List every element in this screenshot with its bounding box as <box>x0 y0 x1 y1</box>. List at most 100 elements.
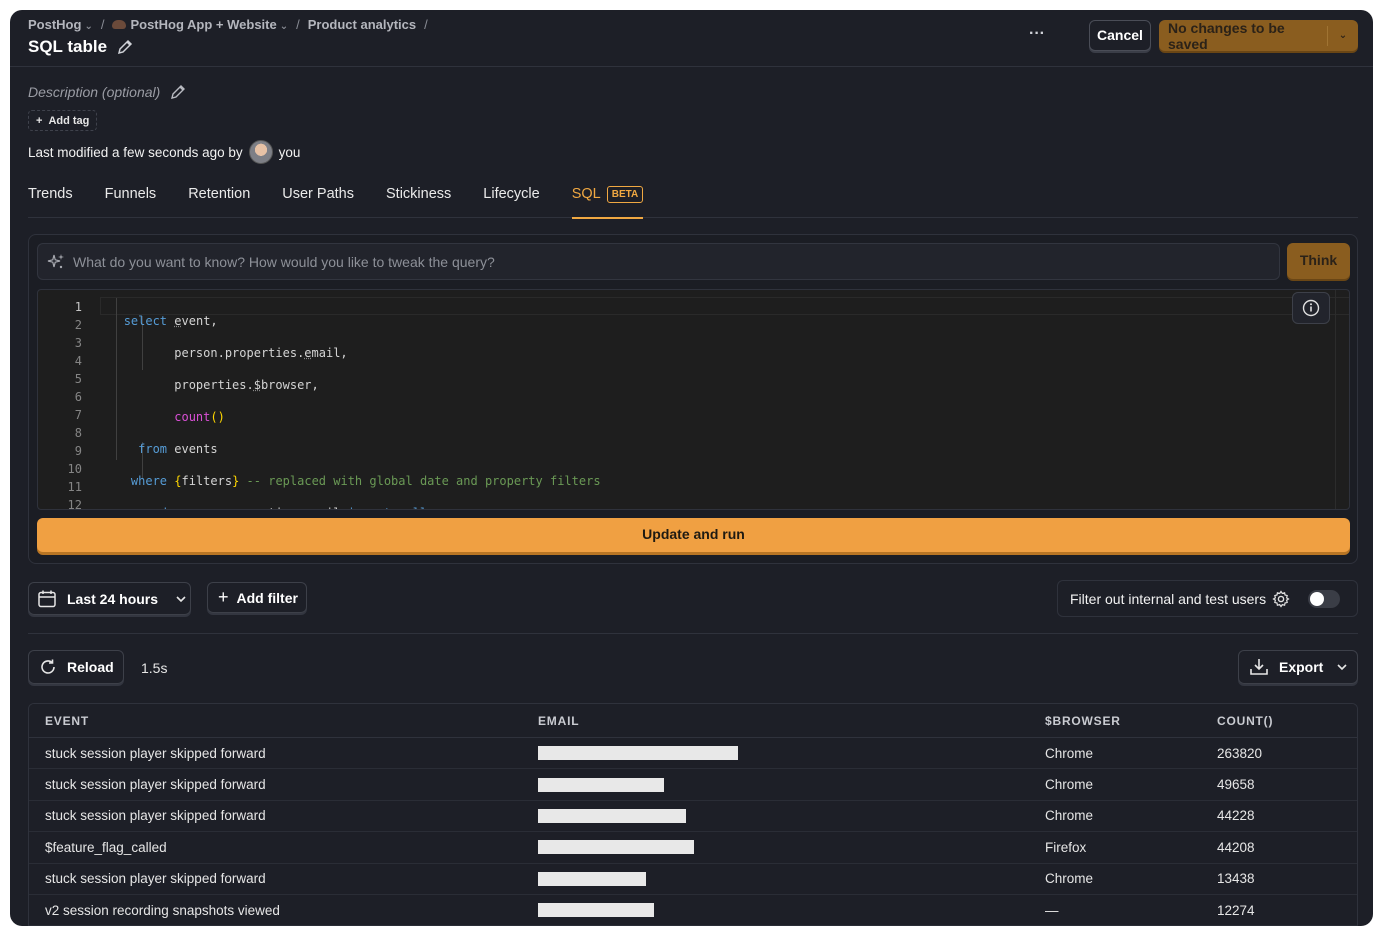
think-button[interactable]: Think <box>1287 243 1350 279</box>
query-panel: What do you want to know? How would you … <box>28 234 1358 564</box>
cell-event: stuck session player skipped forward <box>45 871 266 887</box>
page-title: SQL table <box>28 37 133 57</box>
export-button[interactable]: Export <box>1238 650 1358 684</box>
date-range-button[interactable]: Last 24 hours <box>28 582 191 615</box>
cell-email <box>524 777 1029 792</box>
plus-icon: + <box>36 114 43 127</box>
date-range-label: Last 24 hours <box>67 590 159 607</box>
cell-event: stuck session player skipped forward <box>45 808 266 824</box>
chevron-down-icon[interactable]: ⌄ <box>1328 30 1358 41</box>
chevron-down-icon <box>1337 664 1347 671</box>
cell-event: v2 session recording snapshots viewed <box>45 902 280 918</box>
ai-prompt-placeholder: What do you want to know? How would you … <box>73 253 495 270</box>
download-icon <box>1250 659 1268 675</box>
last-modified-text: Last modified a few seconds ago by <box>28 144 243 160</box>
redacted-email <box>538 777 664 792</box>
gear-icon[interactable] <box>1272 589 1290 608</box>
add-filter-label: Add filter <box>236 589 298 606</box>
column-header-email[interactable]: EMAIL <box>524 714 1029 728</box>
redacted-email <box>538 903 654 918</box>
more-options-button[interactable]: ··· <box>1024 24 1050 48</box>
table-row[interactable]: stuck session player skipped forward Chr… <box>29 864 1357 895</box>
breadcrumb-item-org[interactable]: PostHog ⌄ <box>28 17 93 32</box>
chevron-down-icon <box>176 595 186 602</box>
column-header-browser[interactable]: $BROWSER <box>1029 714 1201 728</box>
cell-email <box>524 746 1029 761</box>
save-button[interactable]: No changes to be saved ⌄ <box>1159 19 1358 52</box>
table-row[interactable]: stuck session player skipped forward Chr… <box>29 801 1357 833</box>
tab-user-paths[interactable]: User Paths <box>282 182 354 218</box>
line-numbers: 1 2 3 4 5 6 7 8 9 10 11 12 <box>67 300 82 510</box>
cell-count: 13438 <box>1217 871 1255 887</box>
beta-badge: BETA <box>606 186 644 203</box>
tab-sql[interactable]: SQL BETA <box>571 182 644 219</box>
results-table: EVENT EMAIL $BROWSER COUNT() stuck sessi… <box>28 703 1358 926</box>
redacted-email <box>538 746 738 761</box>
table-row[interactable]: stuck session player skipped forward Chr… <box>29 738 1357 770</box>
description-field[interactable]: Description (optional) <box>28 84 186 100</box>
tab-lifecycle[interactable]: Lifecycle <box>483 182 539 218</box>
table-header: EVENT EMAIL $BROWSER COUNT() <box>29 704 1357 738</box>
calendar-icon <box>38 590 56 607</box>
info-button[interactable] <box>1292 292 1330 324</box>
export-label: Export <box>1279 659 1324 675</box>
reload-button[interactable]: Reload <box>28 650 124 684</box>
plus-icon: + <box>218 587 229 607</box>
cell-email <box>524 808 1029 823</box>
internal-users-label: Filter out internal and test users <box>1070 590 1267 607</box>
pencil-icon[interactable] <box>170 84 186 100</box>
sql-editor[interactable]: 1 2 3 4 5 6 7 8 9 10 11 12 select event,… <box>37 289 1350 510</box>
top-bar: PostHog ⌄ / PostHog App + Website ⌄ / Prod… <box>10 10 1373 67</box>
insight-type-tabs: Trends Funnels Retention User Paths Stic… <box>28 182 1358 219</box>
cell-browser: Chrome <box>1045 745 1094 761</box>
cell-browser: — <box>1045 902 1059 918</box>
avatar[interactable] <box>248 140 273 164</box>
last-modified-user: you <box>278 144 301 160</box>
chevron-down-icon: ⌄ <box>84 21 93 32</box>
editor-scrollbar[interactable] <box>1335 290 1349 509</box>
breadcrumb-item-project[interactable]: PostHog App + Website ⌄ <box>112 17 288 32</box>
section-divider <box>28 633 1358 634</box>
chevron-down-icon: ⌄ <box>279 21 289 32</box>
cell-count: 44208 <box>1217 839 1255 855</box>
page-title-text[interactable]: SQL table <box>28 37 107 57</box>
add-tag-button[interactable]: + Add tag <box>28 110 98 131</box>
refresh-icon <box>41 659 55 674</box>
redacted-email <box>538 840 694 855</box>
cell-count: 44228 <box>1217 808 1255 824</box>
cancel-button[interactable]: Cancel <box>1089 20 1151 51</box>
pencil-icon[interactable] <box>117 39 133 55</box>
app-window: PostHog ⌄ / PostHog App + Website ⌄ / Prod… <box>10 10 1373 926</box>
tab-retention[interactable]: Retention <box>188 182 250 218</box>
table-row[interactable]: $feature_flag_called Firefox 44208 <box>29 832 1357 864</box>
sql-code[interactable]: select event, person.properties.email, p… <box>102 298 601 509</box>
cell-count: 12274 <box>1217 902 1255 918</box>
cell-event: stuck session player skipped forward <box>45 777 266 793</box>
tab-funnels[interactable]: Funnels <box>105 182 157 218</box>
update-and-run-button[interactable]: Update and run <box>37 518 1350 552</box>
redacted-email <box>538 871 646 886</box>
cell-browser: Firefox <box>1045 839 1087 855</box>
table-row[interactable]: stuck session player skipped forward Chr… <box>29 769 1357 801</box>
cell-count: 263820 <box>1217 745 1263 761</box>
cell-email <box>524 840 1029 855</box>
cell-browser: Chrome <box>1045 808 1094 824</box>
tab-trends[interactable]: Trends <box>28 182 73 218</box>
description-placeholder: Description (optional) <box>28 84 161 100</box>
table-row[interactable]: v2 session recording snapshots viewed — … <box>29 895 1357 926</box>
column-header-event[interactable]: EVENT <box>29 714 524 728</box>
save-button-label: No changes to be saved <box>1168 19 1285 52</box>
redacted-email <box>538 808 686 823</box>
cell-event: stuck session player skipped forward <box>45 745 266 761</box>
internal-users-toggle[interactable] <box>1308 589 1341 608</box>
tab-stickiness[interactable]: Stickiness <box>386 182 451 218</box>
ai-prompt-input[interactable]: What do you want to know? How would you … <box>37 243 1280 280</box>
cell-email <box>524 903 1029 918</box>
column-header-count[interactable]: COUNT() <box>1201 714 1357 728</box>
add-tag-label: Add tag <box>48 114 90 127</box>
breadcrumb-separator: / <box>100 17 105 32</box>
cell-browser: Chrome <box>1045 777 1094 793</box>
breadcrumb-separator: / <box>424 17 428 32</box>
breadcrumb-item-section[interactable]: Product analytics <box>308 17 416 32</box>
add-filter-button[interactable]: + Add filter <box>207 582 307 613</box>
